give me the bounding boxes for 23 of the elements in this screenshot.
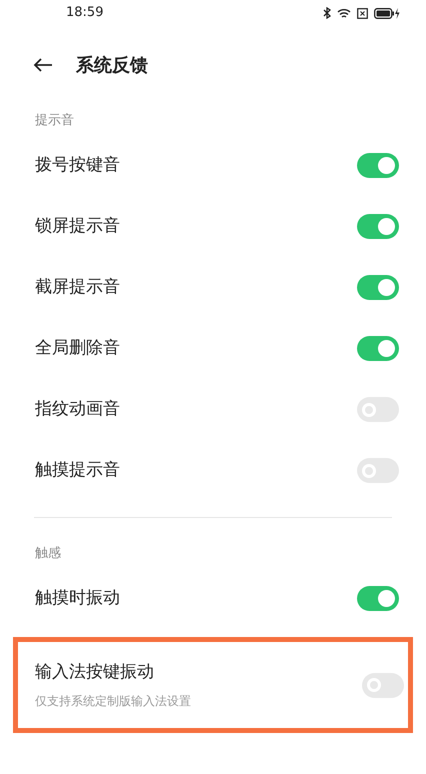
setting-description: 仅支持系统定制版输入法设置 xyxy=(35,692,191,710)
setting-label: 输入法按键振动 xyxy=(35,661,155,684)
toggle-switch[interactable] xyxy=(357,275,399,300)
wifi-icon xyxy=(337,8,351,18)
toggle-switch[interactable] xyxy=(357,214,399,239)
bluetooth-icon xyxy=(323,7,331,19)
toggle-switch[interactable] xyxy=(357,586,399,611)
setting-label: 触摸提示音 xyxy=(35,458,120,482)
back-arrow-icon[interactable] xyxy=(33,58,53,72)
setting-label: 截屏提示音 xyxy=(35,276,120,299)
setting-label: 指纹动画音 xyxy=(35,398,120,421)
setting-label: 触摸时振动 xyxy=(35,586,120,610)
setting-label: 全局删除音 xyxy=(35,336,120,360)
setting-label: 拨号按键音 xyxy=(35,154,120,177)
setting-label: 锁屏提示音 xyxy=(35,214,120,238)
section-header: 触感 xyxy=(35,546,61,561)
toggle-switch[interactable] xyxy=(357,153,399,178)
sim-icon xyxy=(357,8,368,18)
page-title: 系统反馈 xyxy=(76,54,148,78)
toggle-switch[interactable] xyxy=(357,336,399,361)
status-time: 18:59 xyxy=(66,4,104,22)
battery-icon xyxy=(374,8,400,18)
section-header: 提示音 xyxy=(35,113,74,128)
